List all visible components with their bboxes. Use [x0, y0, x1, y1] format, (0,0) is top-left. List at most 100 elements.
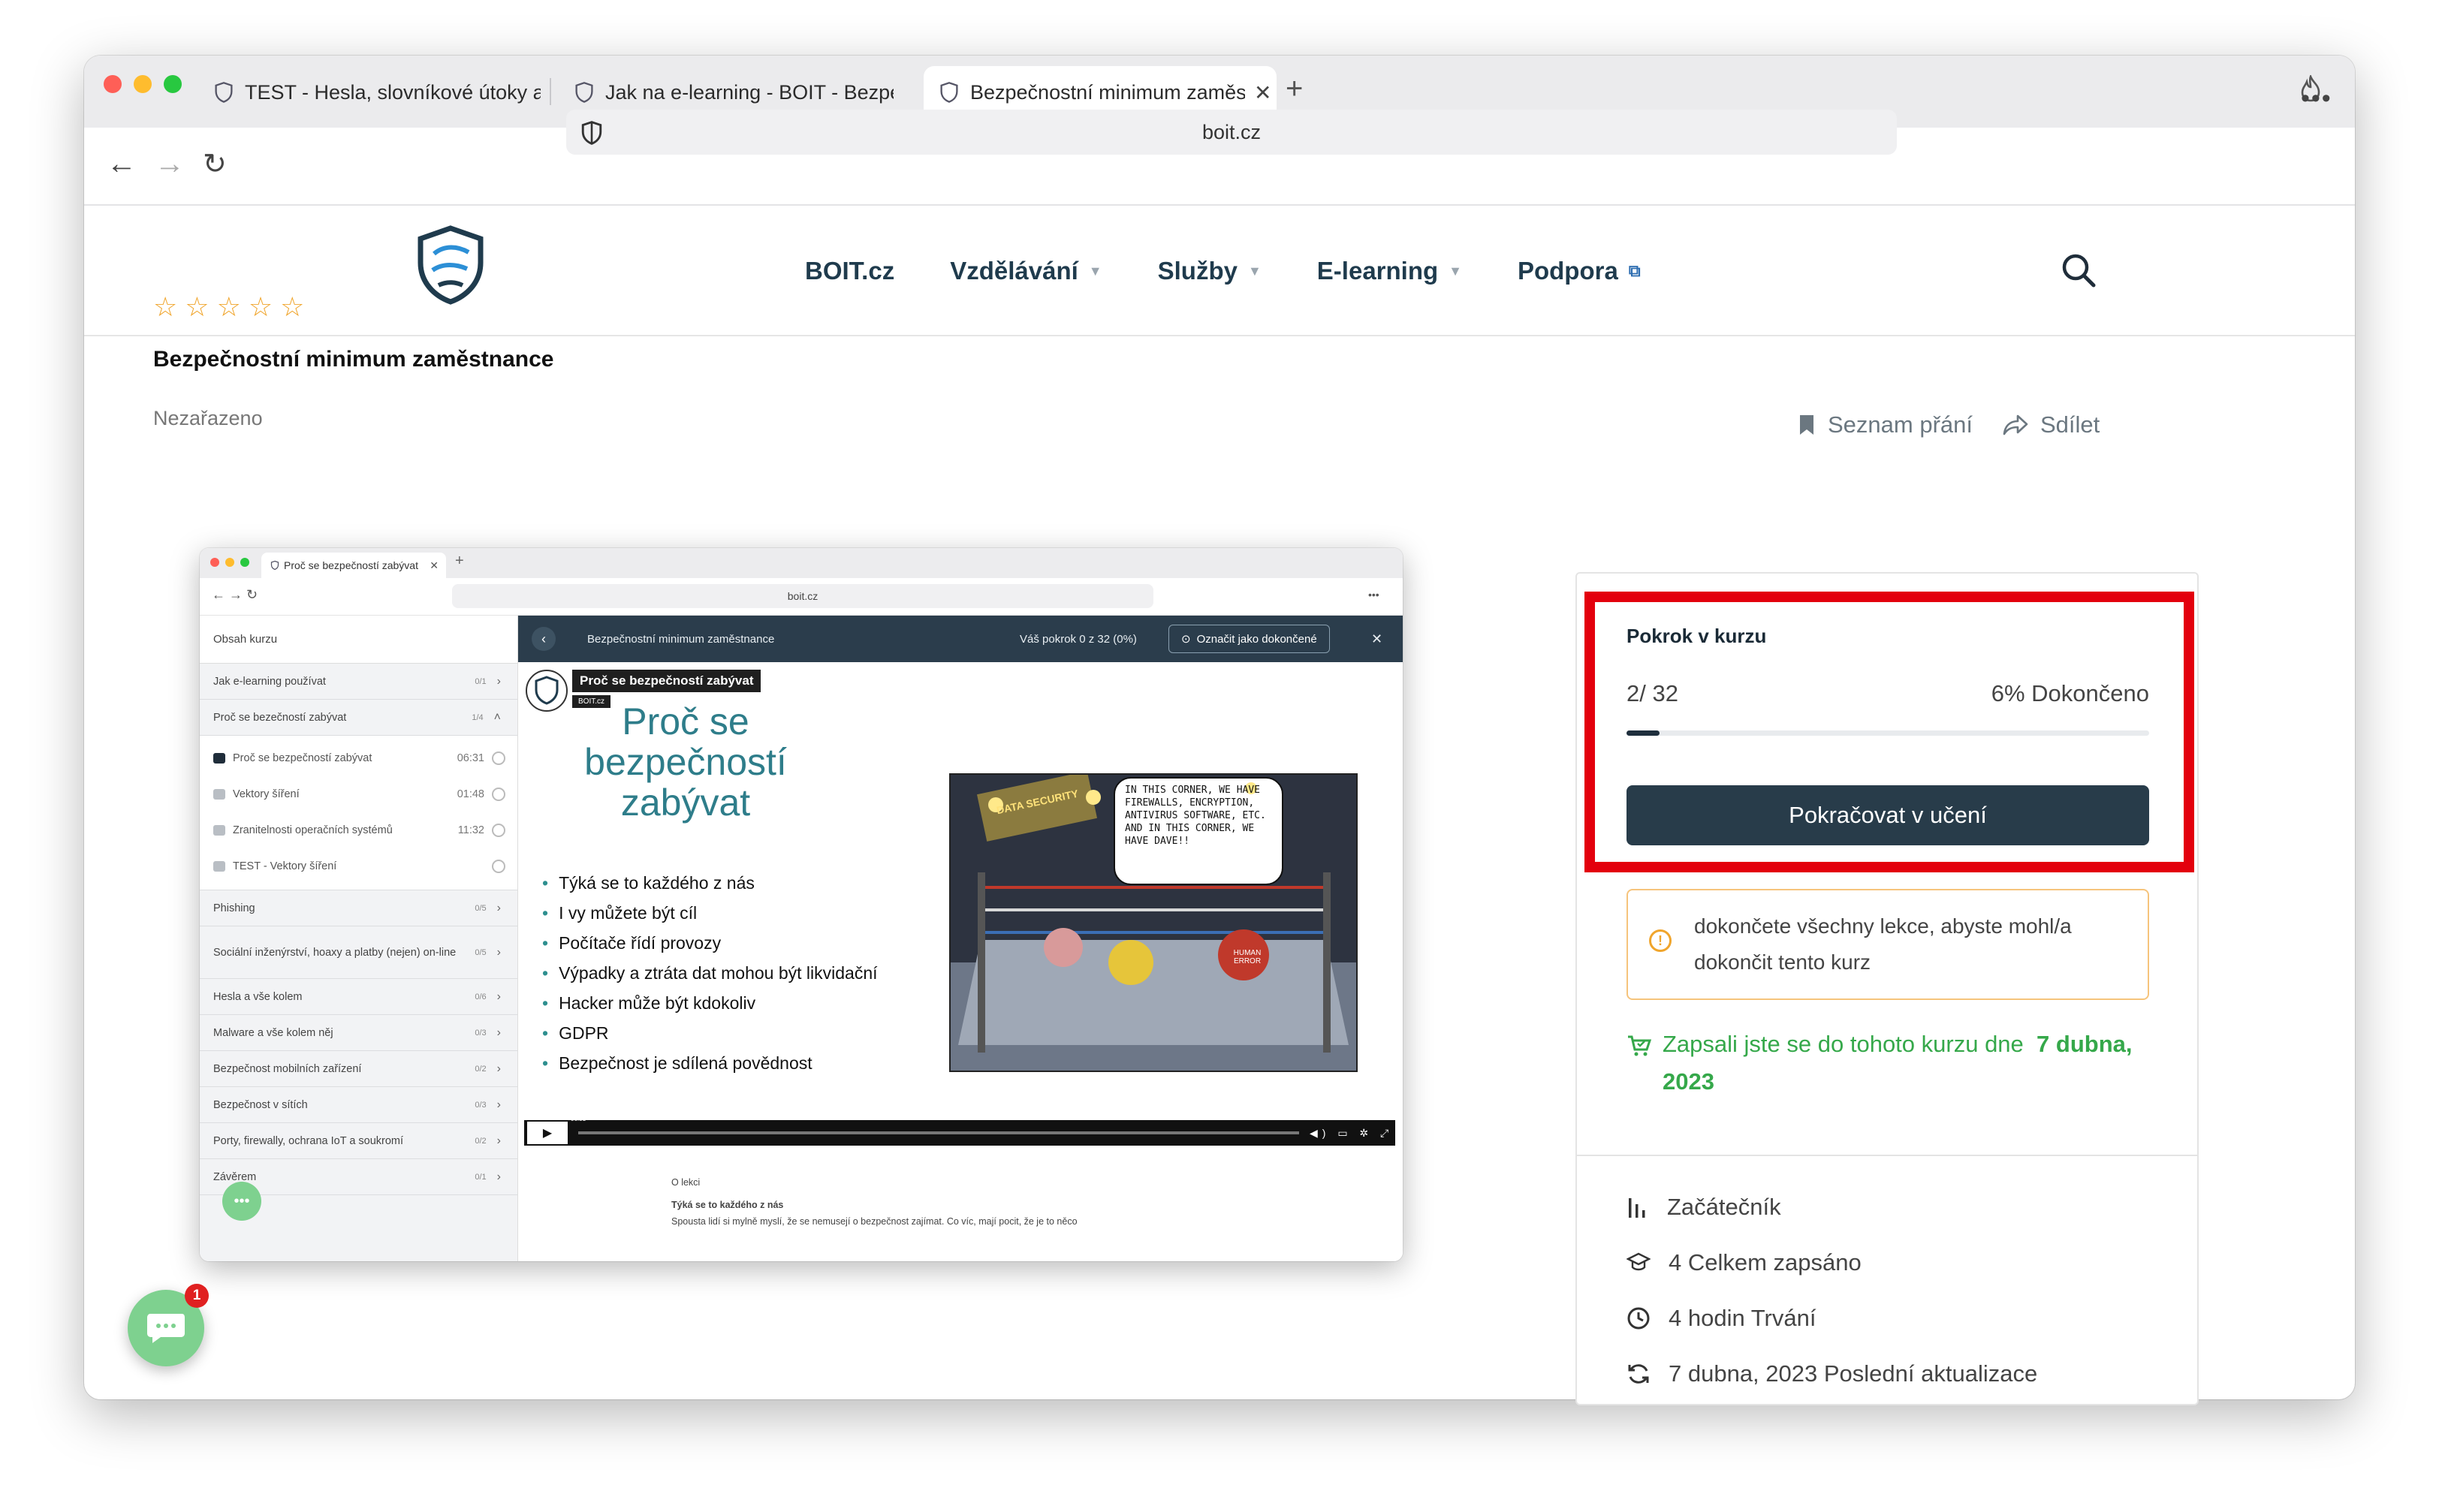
- shield-icon: [581, 121, 602, 145]
- tab-label: Jak na e-learning - BOIT - Bezpe: [605, 80, 894, 104]
- chat-button[interactable]: 1: [128, 1284, 209, 1366]
- topic-label: Proč se bezečností zabývat: [213, 711, 347, 724]
- topic-count: 0/3: [475, 1028, 487, 1038]
- wishlist-label: Seznam přání: [1828, 411, 1973, 438]
- cartoon-caption: IN THIS CORNER, WE HAVE FIREWALLS, ENCRY…: [1125, 785, 1266, 847]
- external-link-icon: ⧉: [1628, 261, 1641, 280]
- progress-percent: 6% Dokončeno: [1991, 680, 2149, 706]
- zoom-window-icon[interactable]: [164, 75, 182, 93]
- outline-title: Obsah kurzu: [200, 616, 517, 664]
- preview-lesson-topbar: ‹ Bezpečnostní minimum zaměstnance Váš p…: [518, 616, 1403, 662]
- topic-label: Bezpečnost mobilních zařízení: [213, 1062, 362, 1075]
- back-arrow-icon: ‹: [532, 627, 556, 651]
- outline-lesson: TEST - Vektory šíření: [200, 848, 517, 884]
- preview-tab: Proč se bezpečností zabývat ✕: [261, 553, 446, 578]
- lesson-status-circle: [492, 824, 505, 837]
- caret-down-icon: ▼: [1088, 263, 1102, 279]
- star-icon[interactable]: ☆: [249, 291, 273, 323]
- new-tab-icon[interactable]: +: [1286, 72, 1303, 106]
- level-bars-icon: [1629, 1198, 1645, 1218]
- enrolled-count: 4 Celkem zapsáno: [1669, 1249, 1862, 1276]
- new-tab-icon: +: [455, 553, 464, 569]
- star-icon[interactable]: ☆: [217, 291, 241, 323]
- outline-lesson: Zranitelnosti operačních systémů 11:32: [200, 812, 517, 848]
- close-tab-icon: ✕: [430, 559, 439, 571]
- about-label: O lekci: [671, 1177, 701, 1188]
- chevron-right-icon: ›: [496, 1026, 501, 1039]
- tab-label: Bezpečnostní minimum zaměs: [970, 80, 1245, 104]
- search-icon[interactable]: [2059, 251, 2098, 290]
- address-bar[interactable]: boit.cz: [566, 110, 1897, 155]
- bullet-text: I vy můžete být cíl: [559, 903, 698, 923]
- preview-course-outline: Obsah kurzu Jak e-learning používat 0/1 › …: [200, 616, 518, 1261]
- nav-podpora[interactable]: Podpora ⧉: [1518, 257, 1641, 285]
- enrolled-text: Zapsali jste se do tohoto kurzu dne: [1663, 1031, 2024, 1057]
- star-icon[interactable]: ☆: [185, 291, 209, 323]
- share-icon: [2003, 414, 2028, 435]
- outline-topic: Sociální inženýrství, hoaxy a platby (ne…: [200, 926, 517, 979]
- topic-count: 0/1: [475, 676, 487, 686]
- lesson-video-slide: Proč se bezpečností zabývat BOIT.cz Proč…: [524, 662, 1395, 1120]
- nav-sluzby[interactable]: Služby ▼: [1158, 257, 1262, 285]
- bullet-text: Hacker může být kdokoliv: [559, 993, 756, 1013]
- more-options-icon[interactable]: •••: [2301, 84, 2332, 113]
- updated-text: 7 dubna, 2023 Poslední aktualizace: [1669, 1360, 2038, 1387]
- back-icon[interactable]: ←: [107, 147, 137, 181]
- continue-learning-button[interactable]: Pokračovat v učení: [1627, 785, 2149, 845]
- nav-label: BOIT.cz: [805, 257, 895, 285]
- more-options-icon: •••: [1368, 589, 1379, 601]
- close-icon: ✕: [1371, 631, 1383, 646]
- tab-separator: [550, 78, 551, 105]
- tab-label: TEST - Hesla, slovníkové útoky a: [245, 80, 541, 104]
- forward-icon[interactable]: →: [155, 147, 185, 181]
- preview-close-dot: [210, 558, 219, 567]
- topic-label: Bezpečnost v sítích: [213, 1098, 308, 1111]
- slide-bullet: • Výpadky a ztráta dat mohou být likvidač…: [542, 963, 878, 983]
- boit-logo[interactable]: [415, 224, 487, 306]
- browser-tab[interactable]: TEST - Hesla, slovníkové útoky a: [198, 66, 541, 119]
- star-icon[interactable]: ☆: [153, 291, 177, 323]
- check-circle-icon: ⊙: [1181, 633, 1191, 646]
- nav-elearning[interactable]: E-learning ▼: [1317, 257, 1462, 285]
- close-window-icon[interactable]: [104, 75, 122, 93]
- preview-lesson-area: ‹ Bezpečnostní minimum zaměstnance Váš p…: [518, 616, 1403, 1261]
- nav-boit[interactable]: BOIT.cz: [805, 257, 894, 285]
- outline-topic: Malware a vše kolem něj 0/3 ›: [200, 1015, 517, 1051]
- chevron-right-icon: ›: [496, 1170, 501, 1183]
- topic-label: Jak e-learning používat: [213, 675, 326, 688]
- caret-down-icon: ▼: [1247, 263, 1262, 279]
- close-tab-icon[interactable]: ✕: [1254, 80, 1271, 105]
- reload-icon[interactable]: ↻: [203, 147, 227, 181]
- site-header: BOIT.cz Vzdělávání ▼ Služby ▼ E-learning ▼ …: [84, 206, 2355, 336]
- progress-count: 2/ 32: [1627, 680, 1678, 706]
- refresh-icon: [1628, 1364, 1649, 1384]
- topic-count: 0/2: [475, 1136, 487, 1146]
- nav-vzdelavani[interactable]: Vzdělávání ▼: [950, 257, 1102, 285]
- topic-count: 1/4: [472, 712, 484, 722]
- preview-zoom-dot: [240, 558, 249, 567]
- minimize-window-icon[interactable]: [134, 75, 152, 93]
- outline-topic: Proč se bezečností zabývat 1/4 ˄: [200, 700, 517, 736]
- bookmark-icon: [1800, 415, 1813, 435]
- chat-bubble-icon: [147, 1314, 185, 1343]
- share-label: Sdílet: [2040, 411, 2100, 438]
- clock-icon: [1627, 1307, 1650, 1330]
- cartoon-shirt-text: HUMAN ERROR: [1233, 949, 1262, 965]
- outline-lesson: Vektory šíření 01:48: [200, 776, 517, 812]
- video-icon: [213, 825, 225, 836]
- shield-icon: [215, 82, 233, 103]
- play-icon: ▶: [527, 1122, 568, 1144]
- notification-badge: 1: [185, 1284, 209, 1308]
- security-cartoon-image: DATA SECURITY IN THIS CORNER, WE HAVE FI…: [949, 773, 1358, 1072]
- video-scrubber: [578, 1131, 1299, 1134]
- share-button[interactable]: Sdílet: [2003, 411, 2100, 438]
- main-navigation: BOIT.cz Vzdělávání ▼ Služby ▼ E-learning ▼ …: [805, 206, 1641, 336]
- course-preview-image[interactable]: Proč se bezpečností zabývat ✕ + ← → ↻ bo…: [200, 548, 1403, 1261]
- progress-bar-fill: [1627, 730, 1660, 736]
- outline-topic: Bezpečnost mobilních zařízení 0/2 ›: [200, 1051, 517, 1087]
- topic-count: 0/6: [475, 992, 487, 1001]
- quiz-icon: [213, 861, 225, 872]
- back-icon: ← → ↻: [212, 587, 258, 602]
- wishlist-button[interactable]: Seznam přání: [1798, 411, 1973, 438]
- star-icon[interactable]: ☆: [280, 291, 304, 323]
